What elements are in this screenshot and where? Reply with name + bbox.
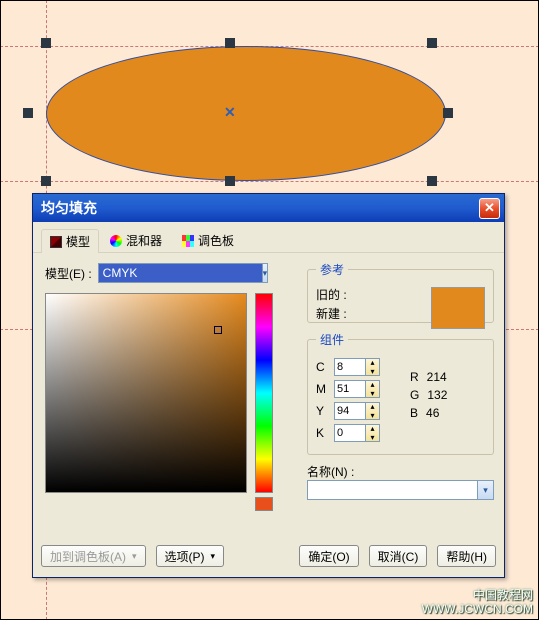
handle[interactable] [23, 108, 33, 118]
model-icon [50, 236, 62, 248]
y-input[interactable] [334, 402, 366, 420]
tab-label: 模型 [66, 233, 90, 250]
handle[interactable] [427, 176, 437, 186]
handle[interactable] [41, 38, 51, 48]
legend: 组件 [316, 331, 348, 348]
c-label: C [316, 360, 330, 374]
add-to-palette-button[interactable]: 加到调色板(A) [41, 545, 146, 567]
handle[interactable] [427, 38, 437, 48]
fill-dialog: 均匀填充 ✕ 模型 混和器 调色板 模型(E) : ▾ [32, 193, 505, 578]
name-label: 名称(N) : [307, 463, 354, 480]
tab-strip: 模型 混和器 调色板 [33, 222, 504, 253]
center-marker: ✕ [224, 104, 236, 121]
spinner[interactable]: ▴▾ [366, 380, 380, 398]
legend: 参考 [316, 261, 348, 278]
ellipse-shape[interactable] [46, 46, 446, 181]
handle[interactable] [225, 176, 235, 186]
spinner[interactable]: ▴▾ [366, 424, 380, 442]
handle[interactable] [443, 108, 453, 118]
close-button[interactable]: ✕ [479, 198, 500, 219]
name-input[interactable] [308, 481, 477, 499]
dialog-title: 均匀填充 [37, 198, 97, 218]
mixer-icon [110, 235, 122, 247]
model-input[interactable] [99, 266, 262, 280]
tab-mixer[interactable]: 混和器 [101, 228, 171, 252]
m-label: M [316, 382, 330, 396]
model-combo[interactable]: ▾ [98, 263, 268, 283]
help-button[interactable]: 帮助(H) [437, 545, 496, 567]
tab-label: 混和器 [126, 232, 162, 249]
color-field[interactable] [45, 293, 247, 493]
model-label: 模型(E) : [45, 265, 92, 282]
tab-palette[interactable]: 调色板 [173, 228, 243, 252]
c-input[interactable] [334, 358, 366, 376]
combo-arrow-icon[interactable]: ▾ [477, 481, 493, 499]
spinner[interactable]: ▴▾ [366, 358, 380, 376]
spinner[interactable]: ▴▾ [366, 402, 380, 420]
watermark: 中国教程网 WWW.JCWCN.COM [422, 588, 533, 616]
ok-button[interactable]: 确定(O) [299, 545, 358, 567]
hue-slider[interactable] [255, 293, 273, 493]
cancel-button[interactable]: 取消(C) [369, 545, 428, 567]
components-group: 组件 C ▴▾ M ▴▾ Y ▴▾ K ▴▾ R214 G132 B46 [307, 331, 494, 455]
new-label: 新建 : [316, 305, 347, 322]
tab-model[interactable]: 模型 [41, 229, 99, 253]
y-label: Y [316, 404, 330, 418]
name-combo[interactable]: ▾ [307, 480, 494, 500]
combo-arrow-icon[interactable]: ▾ [262, 264, 268, 282]
rgb-readout: R214 G132 B46 [410, 368, 447, 422]
k-input[interactable] [334, 424, 366, 442]
palette-icon [182, 235, 194, 247]
tab-label: 调色板 [198, 232, 234, 249]
options-button[interactable]: 选项(P) [156, 545, 225, 567]
reference-swatch [431, 287, 485, 329]
titlebar[interactable]: 均匀填充 ✕ [33, 194, 504, 222]
m-input[interactable] [334, 380, 366, 398]
handle[interactable] [225, 38, 235, 48]
picker-marker[interactable] [214, 326, 222, 334]
current-color-swatch [255, 497, 273, 511]
handle[interactable] [41, 176, 51, 186]
reference-group: 参考 旧的 : 新建 : [307, 261, 494, 323]
k-label: K [316, 426, 330, 440]
old-label: 旧的 : [316, 286, 347, 303]
